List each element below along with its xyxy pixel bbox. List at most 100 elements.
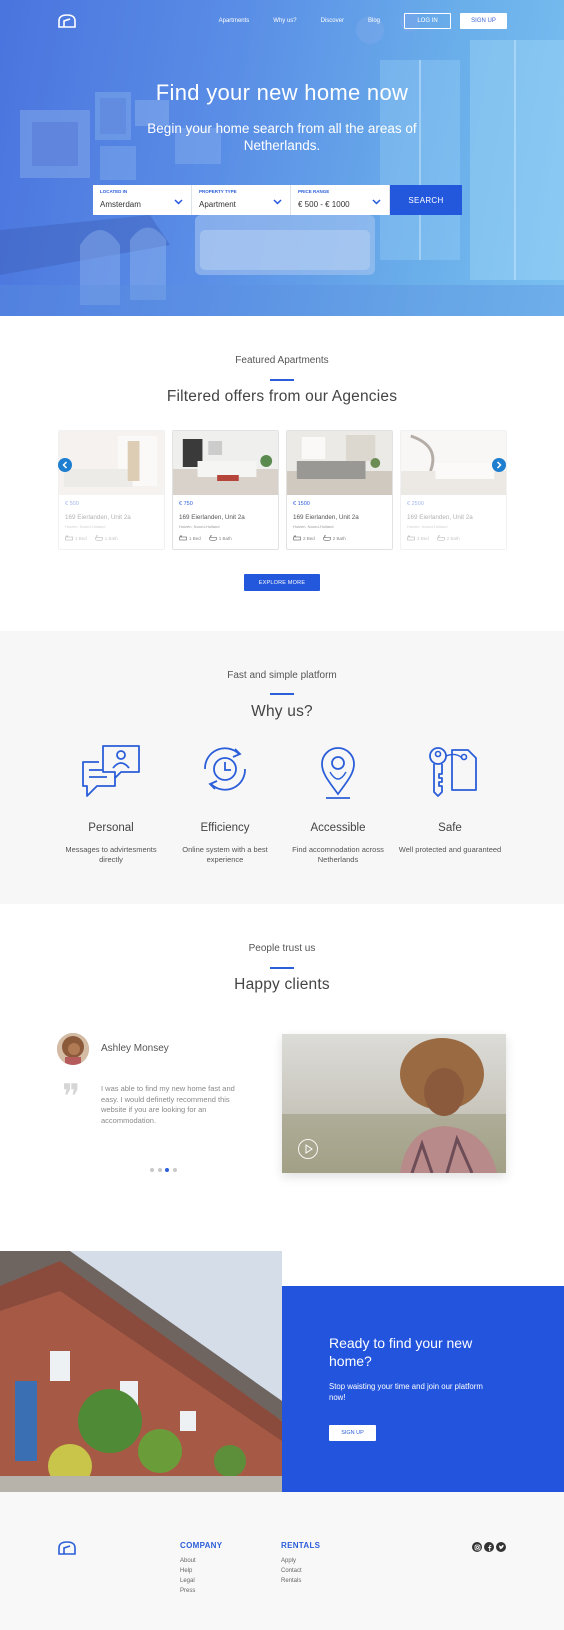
carousel-next-button[interactable] — [492, 458, 506, 472]
bed-icon — [293, 535, 301, 541]
card-address: 169 Eierlanden, Unit 2a — [179, 514, 245, 521]
bed-icon — [65, 535, 73, 541]
apartment-card[interactable]: € 2500 169 Eierlanden, Unit 2a Hoizen, N… — [400, 430, 507, 550]
card-city: Hoizen, Noord-Holland — [65, 524, 106, 529]
price-range-label: PRICE RANGE — [298, 189, 330, 194]
card-features: 2 Bed 2 Bath — [293, 535, 346, 541]
featured-subtitle: Featured Apartments — [235, 355, 329, 366]
card-bed: 1 Bed — [189, 535, 201, 541]
client-quote: I was able to find my new home fast and … — [101, 1084, 235, 1125]
pagination-dot[interactable] — [172, 1168, 177, 1172]
property-type-value: Apartment — [199, 200, 236, 209]
price-range-value: € 500 - € 1000 — [298, 200, 350, 209]
price-range-select[interactable]: PRICE RANGE € 500 - € 1000 — [291, 185, 390, 215]
feature-desc: Find accomnodation across Netherlands — [292, 845, 384, 864]
property-type-select[interactable]: PROPERTY TYPE Apartment — [192, 185, 291, 215]
nav-link-why-us[interactable]: Why us? — [273, 18, 296, 24]
card-bath: 1 Bath — [218, 535, 232, 541]
footer-link-rentals[interactable]: Rentals — [281, 1576, 320, 1586]
play-icon — [305, 1144, 313, 1154]
chat-user-icon — [82, 745, 140, 797]
top-nav: Apartments Why us? Discover Blog LOG IN … — [219, 13, 507, 29]
carousel-prev-button[interactable] — [58, 458, 72, 472]
hero-section: Apartments Why us? Discover Blog LOG IN … — [0, 0, 564, 316]
bath-icon — [436, 535, 445, 541]
why-divider — [270, 693, 294, 695]
location-pin-icon — [321, 747, 355, 799]
bath-icon — [208, 535, 217, 541]
footer-link-press[interactable]: Press — [180, 1586, 222, 1596]
logo-icon[interactable] — [58, 1541, 76, 1555]
cta-section: Ready to find your new home? Stop waisti… — [282, 1286, 564, 1492]
footer-rentals-column: RENTALS Apply Contact Rentals — [281, 1541, 320, 1586]
twitter-icon[interactable] — [496, 1542, 506, 1552]
house-photo — [0, 1251, 282, 1492]
logo-icon[interactable] — [58, 14, 76, 28]
testimonial-pagination — [150, 1168, 180, 1172]
hero-subtitle: Begin your home search from all the area… — [147, 121, 417, 153]
card-city: Hoizen, Noord-Holland — [407, 524, 448, 529]
card-city: Hoizen, Noord-Holland — [293, 524, 334, 529]
location-select[interactable]: LOCATED IN Amsterdam — [93, 185, 192, 215]
card-features: 1 Bed 1 Bath — [179, 535, 232, 541]
footer-link-contact[interactable]: Contact — [281, 1566, 320, 1576]
bed-icon — [407, 535, 415, 541]
footer-link-legal[interactable]: Legal — [180, 1576, 222, 1586]
apartment-card[interactable]: € 1500 169 Eierlanden, Unit 2a Hoizen, N… — [286, 430, 393, 550]
bath-icon — [94, 535, 103, 541]
cta-text: Stop waisting your time and join our pla… — [329, 1382, 483, 1402]
pagination-dot-active[interactable] — [165, 1168, 169, 1172]
footer-link-help[interactable]: Help — [180, 1566, 222, 1576]
featured-title: Filtered offers from our Agencies — [166, 388, 398, 405]
search-bar: LOCATED IN Amsterdam PROPERTY TYPE Apart… — [93, 185, 471, 215]
feature-title: Personal — [88, 822, 134, 834]
clients-title: Happy clients — [234, 976, 330, 993]
chevron-down-icon — [174, 199, 183, 205]
footer-link-apply[interactable]: Apply — [281, 1556, 320, 1566]
card-features: 3 Bed 2 Bath — [407, 535, 460, 541]
instagram-icon[interactable] — [472, 1542, 482, 1552]
card-city: Hoizen, Noord-Holland — [179, 524, 220, 529]
facebook-icon[interactable] — [484, 1542, 494, 1552]
nav-link-discover[interactable]: Discover — [321, 18, 344, 24]
card-bath: 1 Bath — [104, 535, 118, 541]
feature-title: Efficiency — [200, 822, 250, 834]
bed-icon — [179, 535, 187, 541]
signup-button[interactable]: SIGN UP — [460, 13, 507, 29]
cta-title: Ready to find your new home? — [329, 1335, 473, 1369]
apartment-card[interactable]: € 750 169 Eierlanden, Unit 2a Hoizen, No… — [172, 430, 279, 550]
feature-desc: Messages to advirtesments directly — [65, 845, 157, 864]
bath-icon — [322, 535, 331, 541]
hero-background-image — [0, 12, 564, 316]
chevron-right-icon — [496, 461, 502, 469]
property-type-label: PROPERTY TYPE — [199, 189, 237, 194]
explore-more-button[interactable]: EXPLORE MORE — [244, 574, 320, 591]
footer-company-heading: COMPANY — [180, 1541, 223, 1550]
footer-link-about[interactable]: About — [180, 1556, 222, 1566]
card-price: € 1500 — [293, 501, 310, 507]
why-title: Why us? — [251, 703, 313, 720]
avatar-image — [57, 1033, 89, 1065]
avatar — [57, 1033, 89, 1065]
footer-rentals-heading: RENTALS — [281, 1541, 321, 1550]
testimonial-video[interactable] — [282, 1034, 506, 1173]
why-us-section: Fast and simple platform Why us? Persona… — [0, 631, 564, 904]
location-value: Amsterdam — [100, 200, 141, 209]
login-button[interactable]: LOG IN — [404, 13, 451, 29]
footer-company-column: COMPANY About Help Legal Press — [180, 1541, 222, 1596]
nav-link-apartments[interactable]: Apartments — [219, 18, 250, 24]
house-image — [0, 1251, 282, 1492]
feature-desc: Well protected and guaranteed — [398, 845, 502, 854]
play-button[interactable] — [298, 1139, 318, 1159]
pagination-dot[interactable] — [150, 1168, 154, 1172]
clients-subtitle: People trust us — [248, 943, 316, 954]
cta-signup-button[interactable]: SIGN UP — [329, 1425, 376, 1441]
apartment-card[interactable]: € 500 169 Eierlanden, Unit 2a Hoizen, No… — [58, 430, 165, 550]
apartment-carousel: € 500 169 Eierlanden, Unit 2a Hoizen, No… — [58, 430, 507, 550]
search-button[interactable]: SEARCH — [390, 185, 462, 215]
feature-title: Accessible — [310, 822, 366, 834]
why-subtitle: Fast and simple platform — [227, 670, 337, 681]
apartment-photo — [287, 431, 392, 495]
pagination-dot[interactable] — [157, 1168, 162, 1172]
nav-link-blog[interactable]: Blog — [368, 18, 380, 24]
